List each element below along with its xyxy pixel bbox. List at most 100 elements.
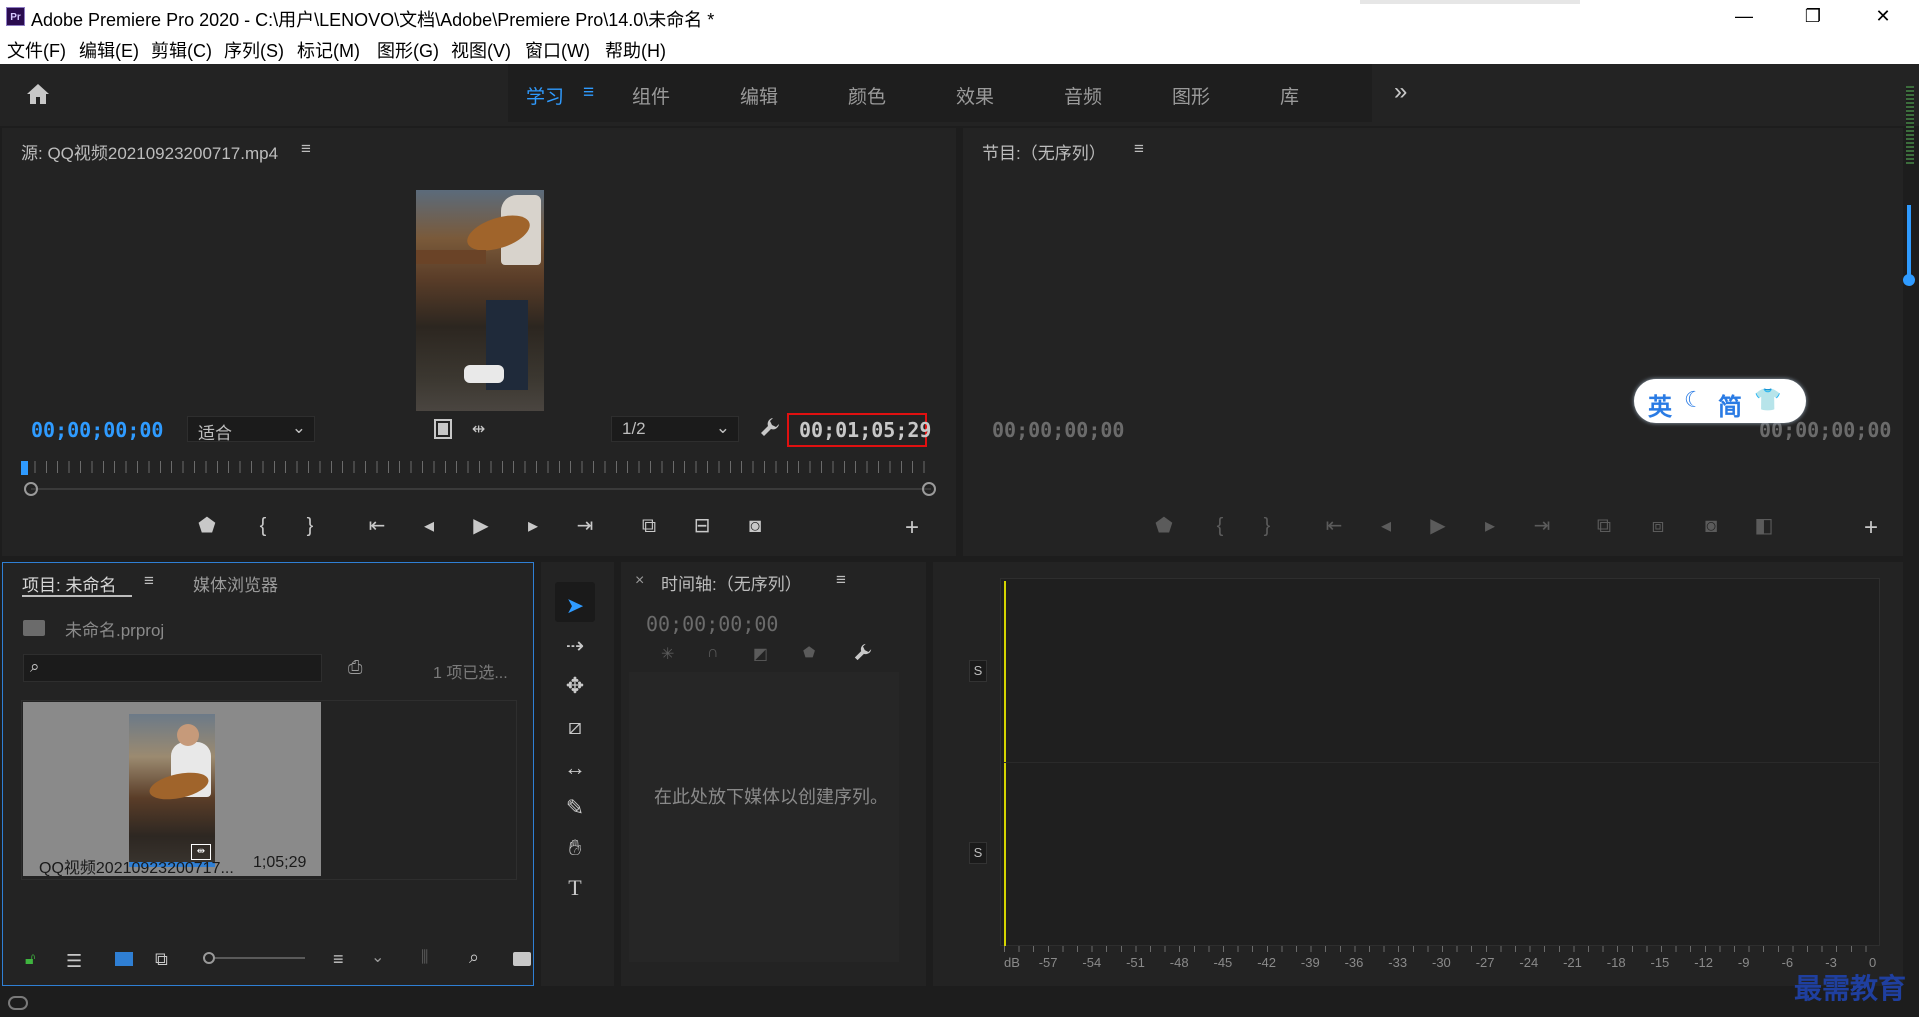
find-in-bin-icon[interactable]: ⎙ bbox=[348, 657, 370, 677]
mark-out-icon[interactable]: } bbox=[295, 511, 325, 541]
ime-toolbar[interactable]: 英 ☾ 简 👕 bbox=[1634, 379, 1806, 423]
menu-graphics[interactable]: 图形(G) bbox=[377, 37, 439, 63]
menu-edit[interactable]: 编辑(E) bbox=[79, 37, 139, 63]
export-frame-camera-icon[interactable]: ◙ bbox=[740, 511, 770, 541]
insert-icon[interactable]: ⧉ bbox=[634, 511, 664, 541]
volume-slider-knob[interactable] bbox=[1903, 274, 1915, 286]
menu-clip[interactable]: 剪辑(C) bbox=[151, 37, 212, 63]
tab-media-browser[interactable]: 媒体浏览器 bbox=[193, 571, 278, 596]
go-to-in-icon[interactable]: ⇤ bbox=[362, 511, 392, 541]
timeline-settings-wrench-icon[interactable] bbox=[853, 642, 873, 662]
mark-in-icon[interactable]: { bbox=[248, 511, 278, 541]
ime-lang-label[interactable]: 英 bbox=[1648, 387, 1672, 422]
zoom-handle-right[interactable] bbox=[922, 482, 936, 496]
menu-file[interactable]: 文件(F) bbox=[7, 37, 66, 63]
workspace-menu-icon[interactable]: ≡ bbox=[583, 82, 594, 104]
shoe-shape bbox=[464, 365, 504, 383]
menu-sequence[interactable]: 序列(S) bbox=[224, 37, 284, 63]
program-panel-menu-icon[interactable]: ≡ bbox=[1134, 139, 1144, 159]
menu-window[interactable]: 窗口(W) bbox=[525, 37, 590, 63]
timeline-drop-zone[interactable] bbox=[629, 672, 899, 962]
menu-marker[interactable]: 标记(M) bbox=[297, 37, 360, 63]
fit-dropdown[interactable]: 适合 ⌄ bbox=[187, 416, 315, 443]
go-to-out-icon[interactable]: ⇥ bbox=[570, 511, 600, 541]
menu-help[interactable]: 帮助(H) bbox=[605, 37, 666, 63]
zoom-slider-knob[interactable] bbox=[203, 952, 215, 964]
workspace-effects[interactable]: 效果 bbox=[956, 82, 994, 109]
chevron-down-icon: ⌄ bbox=[715, 418, 730, 437]
timeline-close-icon[interactable]: × bbox=[635, 572, 644, 590]
drag-video-only-icon[interactable] bbox=[434, 419, 452, 439]
settings-wrench-icon[interactable] bbox=[759, 416, 781, 438]
lock-icon[interactable]: 🔓︎ bbox=[25, 951, 39, 968]
time-ruler[interactable] bbox=[23, 461, 933, 473]
step-forward-icon[interactable]: ▸ bbox=[518, 511, 548, 541]
track-select-tool-icon[interactable]: ⇢ bbox=[557, 628, 593, 664]
zoom-handle-left[interactable] bbox=[24, 482, 38, 496]
workspace-graphics[interactable]: 图形 bbox=[1172, 82, 1210, 109]
project-panel: 项目: 未命名 ≡ 媒体浏览器 未命名.prproj ⌕ ⎙ 1 项已选... … bbox=[2, 562, 534, 986]
person-head bbox=[177, 724, 199, 746]
source-playhead-timecode[interactable]: 00;00;00;00 bbox=[31, 418, 163, 442]
razor-tool-icon[interactable]: ⧄ bbox=[557, 709, 593, 745]
pen-tool-icon[interactable]: ✎ bbox=[557, 790, 593, 826]
drag-audio-only-icon[interactable]: ⇹ bbox=[472, 419, 494, 439]
workspace-audio[interactable]: 音频 bbox=[1064, 82, 1102, 109]
zoom-scrollbar[interactable] bbox=[31, 488, 931, 490]
creative-cloud-icon[interactable] bbox=[8, 996, 28, 1010]
clip-thumbnail-image: ⇹ bbox=[129, 714, 215, 867]
project-search-input[interactable]: ⌕ bbox=[23, 654, 322, 682]
ime-skin-icon[interactable]: 👕 bbox=[1754, 387, 1781, 413]
resolution-dropdown[interactable]: 1/2 ⌄ bbox=[611, 416, 739, 442]
source-panel-menu-icon[interactable]: ≡ bbox=[301, 139, 311, 159]
timeline-timecode[interactable]: 00;00;00;00 bbox=[646, 612, 778, 636]
workspace-learn[interactable]: 学习 bbox=[526, 82, 564, 109]
step-back-icon[interactable]: ◂ bbox=[414, 511, 444, 541]
workspace-editing[interactable]: 编辑 bbox=[740, 82, 778, 109]
solo-button-bottom[interactable]: S bbox=[969, 842, 987, 864]
db-label: -12 bbox=[1694, 955, 1713, 970]
more-workspaces-icon[interactable]: » bbox=[1394, 78, 1407, 106]
timeline-panel-menu-icon[interactable]: ≡ bbox=[836, 570, 846, 590]
slip-tool-icon[interactable]: ↔ bbox=[557, 750, 593, 786]
menu-view[interactable]: 视图(V) bbox=[451, 37, 511, 63]
volume-slider-track[interactable] bbox=[1907, 205, 1911, 280]
workspace-libraries[interactable]: 库 bbox=[1280, 82, 1299, 109]
chevron-down-icon[interactable]: ⌄ bbox=[371, 947, 384, 967]
button-editor-plus-icon[interactable]: + bbox=[1856, 513, 1886, 543]
minimize-button[interactable]: — bbox=[1716, 0, 1772, 34]
db-label: -54 bbox=[1082, 955, 1102, 970]
add-marker-icon[interactable]: ⬟ bbox=[192, 511, 222, 541]
close-window-button[interactable]: ✕ bbox=[1855, 0, 1911, 34]
home-icon[interactable] bbox=[24, 80, 52, 108]
icon-view-icon[interactable] bbox=[115, 952, 133, 966]
project-panel-menu-icon[interactable]: ≡ bbox=[144, 571, 154, 591]
play-icon[interactable]: ▶ bbox=[466, 511, 496, 541]
solo-button-top[interactable]: S bbox=[969, 660, 987, 682]
mark-out-icon: } bbox=[1263, 515, 1271, 537]
ime-mode-label[interactable]: 简 bbox=[1718, 387, 1742, 422]
zoom-slider-track[interactable] bbox=[215, 957, 305, 959]
sort-icon[interactable]: ≡ bbox=[333, 949, 344, 970]
selection-tool-icon[interactable]: ➤ bbox=[557, 588, 593, 624]
workspace-color[interactable]: 颜色 bbox=[848, 82, 886, 109]
freeform-view-icon[interactable]: ⧉ bbox=[155, 949, 168, 970]
clip-thumbnail-card[interactable]: ⇹ QQ视频20210923200717... 1;05;29 bbox=[23, 702, 321, 877]
window-title: Adobe Premiere Pro 2020 - C:\用户\LENOVO\文… bbox=[31, 10, 715, 30]
new-bin-folder-icon[interactable] bbox=[513, 952, 531, 966]
search-icon: ⌕ bbox=[30, 657, 40, 676]
overwrite-icon[interactable]: ⊟ bbox=[687, 511, 717, 541]
tab-project[interactable]: 项目: 未命名 bbox=[22, 571, 116, 596]
hand-tool-icon[interactable]: ✋︎ bbox=[557, 830, 593, 866]
ime-moon-icon[interactable]: ☾ bbox=[1684, 387, 1704, 413]
watermark: 最需教育 bbox=[1794, 973, 1907, 1004]
list-view-icon[interactable]: ☰ bbox=[66, 951, 82, 972]
db-label: -24 bbox=[1519, 955, 1539, 970]
workspace-assembly[interactable]: 组件 bbox=[632, 82, 670, 109]
playhead-marker[interactable] bbox=[21, 461, 28, 475]
restore-button[interactable]: ❐ bbox=[1785, 0, 1841, 34]
ripple-edit-tool-icon[interactable]: ✥ bbox=[557, 668, 593, 704]
find-icon[interactable]: ⌕ bbox=[469, 947, 479, 968]
type-tool-icon[interactable]: T bbox=[557, 870, 593, 906]
button-editor-plus-icon[interactable]: + bbox=[897, 513, 927, 543]
